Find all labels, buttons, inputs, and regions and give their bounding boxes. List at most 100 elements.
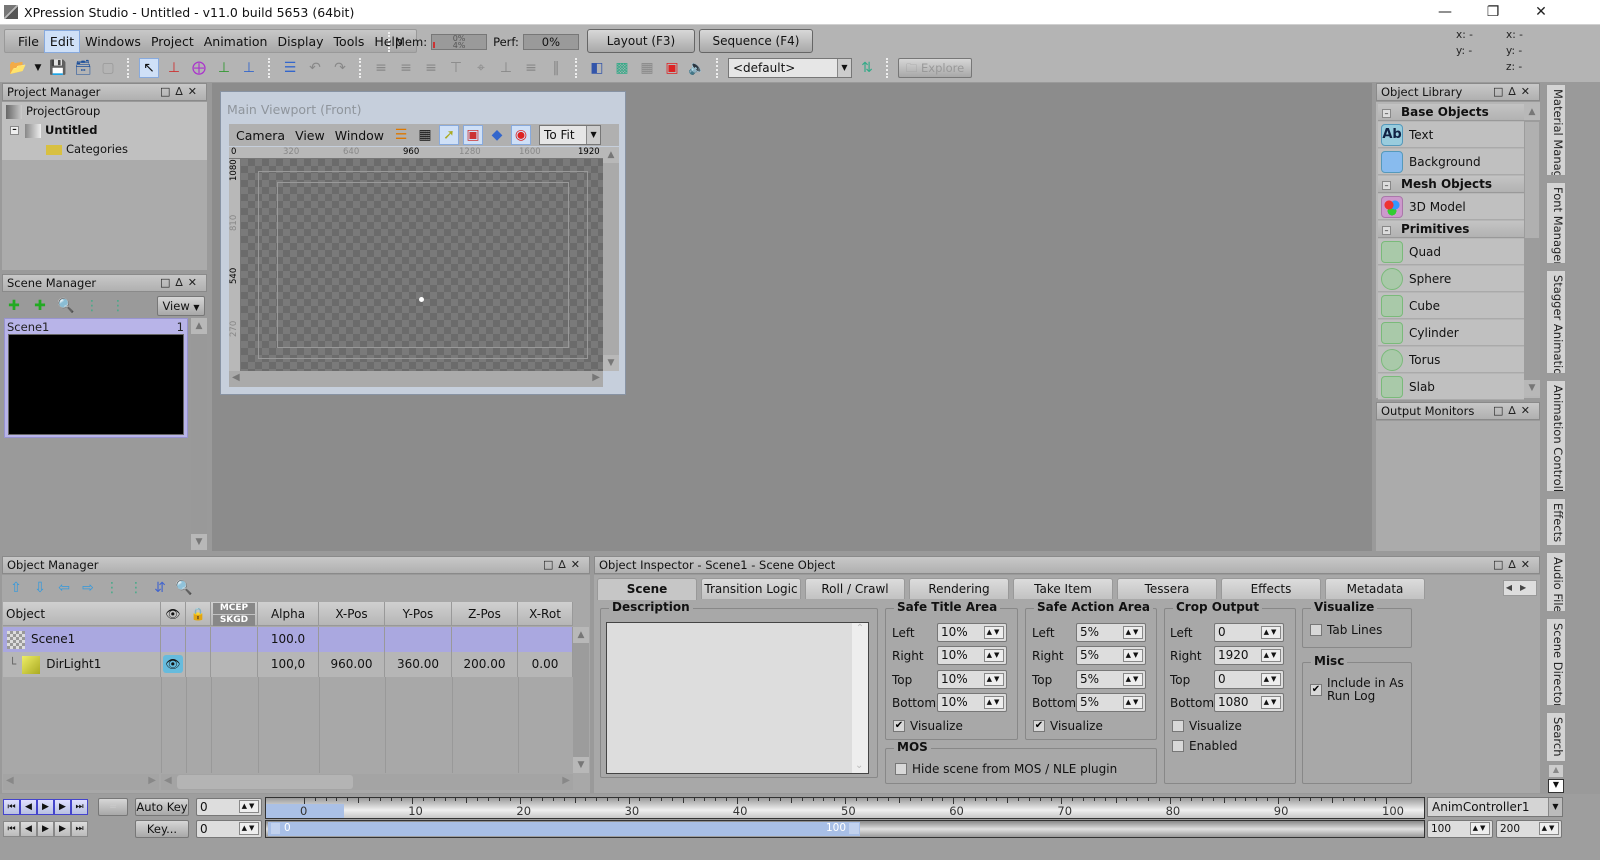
viewport-canvas[interactable]: [241, 159, 603, 371]
tab-effects[interactable]: Effects: [1221, 578, 1321, 599]
scroll-right-icon[interactable]: ▶: [562, 775, 570, 786]
menu-animation[interactable]: Animation: [199, 31, 273, 52]
search-icon[interactable]: 🔍: [56, 296, 76, 316]
safe-action-bottom-input[interactable]: 5% ▲▼: [1076, 693, 1146, 712]
safe-area-icon[interactable]: ◉: [511, 125, 532, 145]
scroll-thumb[interactable]: [177, 775, 353, 789]
search-icon[interactable]: 🔍: [174, 578, 194, 598]
viewport-menu-window[interactable]: Window: [332, 128, 387, 143]
spin-arrows-icon[interactable]: ▲▼: [1470, 822, 1490, 835]
anim-controller-select[interactable]: AnimController1 ▼: [1427, 797, 1563, 817]
zoom-select[interactable]: To Fit ▼: [539, 125, 602, 145]
save-icon[interactable]: 💾: [48, 58, 68, 78]
scene-card[interactable]: Scene1 1: [4, 318, 188, 438]
checkbox-unchecked-icon[interactable]: [895, 763, 907, 775]
tab-scene[interactable]: Scene: [597, 578, 697, 600]
side-tab-search[interactable]: Search F: [1546, 712, 1566, 762]
side-tab-stagger-animations[interactable]: Stagger Animations: [1546, 270, 1566, 374]
spin-arrows-icon[interactable]: ▲▼: [1123, 649, 1143, 662]
library-item-cube[interactable]: Cube: [1378, 293, 1524, 319]
menu-project[interactable]: Project: [146, 31, 199, 52]
spin-arrows-icon[interactable]: ▲▼: [984, 673, 1004, 686]
tabs-scroll-up-icon[interactable]: ▲: [1548, 764, 1564, 778]
list-view-icon[interactable]: ⋮: [82, 296, 102, 316]
move-axis-icon[interactable]: ⊥: [164, 58, 184, 78]
refresh-layers-icon[interactable]: ⇅: [857, 58, 877, 78]
align-bottom-icon[interactable]: ⊥: [496, 58, 516, 78]
safe-title-visualize-checkbox[interactable]: ✔ Visualize: [893, 719, 963, 733]
chevron-down-icon[interactable]: ▼: [1548, 798, 1562, 816]
side-tab-audio-files[interactable]: Audio Files: [1546, 552, 1566, 612]
collapse-icon[interactable]: –: [1382, 181, 1391, 190]
scroll-thumb[interactable]: [1525, 122, 1539, 238]
spin-arrows-icon[interactable]: ▲▼: [984, 626, 1004, 639]
safe-title-right-input[interactable]: 10% ▲▼: [937, 646, 1007, 665]
grid-layout-icon[interactable]: ▦: [637, 58, 657, 78]
spin-arrows-icon[interactable]: ▲▼: [239, 822, 259, 835]
table-row[interactable]: Scene1 100.0: [3, 627, 573, 652]
collapse-icon[interactable]: –: [10, 126, 19, 135]
alpha-cell[interactable]: 100.0: [258, 627, 319, 652]
blank-icon[interactable]: ▢: [98, 58, 118, 78]
axis-icon[interactable]: ⊥: [239, 58, 259, 78]
scroll-down-icon[interactable]: ▼: [603, 355, 619, 371]
library-item-cylinder[interactable]: Cylinder: [1378, 320, 1524, 346]
auto-key-button[interactable]: Auto Key: [135, 798, 189, 816]
range-start-handle[interactable]: [271, 823, 280, 834]
undo-icon[interactable]: ↶: [305, 58, 325, 78]
hide-scene-checkbox[interactable]: Hide scene from MOS / NLE plugin: [895, 762, 1117, 776]
key-button[interactable]: Key...: [135, 820, 189, 838]
tree-item-untitled[interactable]: – Untitled: [2, 121, 207, 140]
panel-controls[interactable]: □∆✕: [160, 84, 202, 100]
alpha-cell[interactable]: 100,0: [258, 652, 319, 677]
menu-display[interactable]: Display: [272, 31, 328, 52]
column-zpos[interactable]: Z-Pos: [452, 602, 518, 626]
move-left-icon[interactable]: ⇦: [54, 578, 74, 598]
play-icon[interactable]: ▶: [37, 799, 54, 815]
crop-right-input[interactable]: 1920 ▲▼: [1214, 646, 1284, 665]
scroll-down-icon[interactable]: ⌄: [855, 760, 863, 771]
side-tab-effects[interactable]: Effects: [1546, 498, 1566, 546]
tab-lines-checkbox[interactable]: Tab Lines: [1310, 623, 1382, 637]
library-item-3d-model[interactable]: 3D Model: [1378, 194, 1524, 220]
layers-icon[interactable]: ☰: [391, 125, 411, 145]
menu-windows[interactable]: Windows: [80, 31, 146, 52]
range-end-handle[interactable]: [849, 823, 859, 834]
column-object[interactable]: Object: [3, 602, 161, 626]
column-lock[interactable]: 🔒: [186, 602, 211, 626]
close-button[interactable]: ✕: [1518, 0, 1564, 24]
eye-icon[interactable]: 👁: [163, 655, 183, 673]
save-all-icon[interactable]: 🗃: [73, 58, 93, 78]
library-item-sphere[interactable]: Sphere: [1378, 266, 1524, 292]
checkbox-unchecked-icon[interactable]: [1172, 740, 1184, 752]
scroll-left-icon[interactable]: ◀: [232, 372, 240, 383]
align-center-icon[interactable]: ≡: [396, 58, 416, 78]
move-up-icon[interactable]: ⇧: [6, 578, 26, 598]
side-tab-font-manager[interactable]: Font Manager: [1546, 182, 1566, 264]
zpos-cell[interactable]: 200.00: [452, 652, 518, 677]
viewport-menu-camera[interactable]: Camera: [233, 128, 288, 143]
scroll-left-icon[interactable]: ◀: [164, 775, 172, 786]
align-left-icon[interactable]: ≡: [371, 58, 391, 78]
lock-cell[interactable]: [186, 627, 211, 652]
preset-select[interactable]: <default> ▼: [728, 58, 852, 78]
panel-controls[interactable]: □∆✕: [1493, 84, 1535, 100]
scroll-down-icon[interactable]: ▼: [1524, 380, 1540, 396]
tab-tessera[interactable]: Tessera: [1117, 578, 1217, 599]
restore-button[interactable]: ❐: [1470, 0, 1516, 24]
checkbox-checked-icon[interactable]: ✔: [1033, 720, 1045, 732]
description-scrollbar[interactable]: ⌃ ⌄: [852, 623, 868, 773]
length-a-input[interactable]: 100 ▲▼: [1427, 820, 1493, 838]
go-to-start-icon[interactable]: ⏮: [3, 799, 20, 815]
column-ypos[interactable]: Y-Pos: [385, 602, 452, 626]
spin-arrows-icon[interactable]: ▲▼: [1261, 626, 1281, 639]
sort-icon[interactable]: ⇵: [150, 578, 170, 598]
panel-controls[interactable]: □∆✕: [543, 557, 585, 573]
side-tab-scene-directors[interactable]: Scene Directors: [1546, 618, 1566, 706]
camera-icon[interactable]: ▣: [463, 125, 484, 145]
open-icon[interactable]: 📂: [8, 58, 28, 78]
key-input[interactable]: 0 ▲▼: [196, 820, 262, 838]
side-tab-material-manager[interactable]: Material Manager: [1546, 84, 1566, 176]
safe-action-top-input[interactable]: 5% ▲▼: [1076, 670, 1146, 689]
safe-title-left-input[interactable]: 10% ▲▼: [937, 623, 1007, 642]
